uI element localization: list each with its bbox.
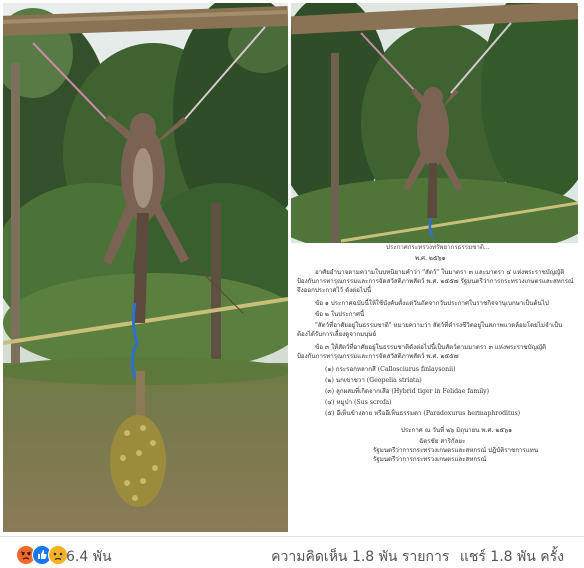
doc-line: ป้องกันการทารุณกรรมและการจัดสวัสดิภาพสัต… (297, 353, 459, 360)
doc-position: รัฐมนตรีว่าการกระทรวงเกษตรและสหกรณ์ ปฏิบ… (373, 447, 539, 454)
doc-line: อาศัยอำนาจตามความในบทนิยามคำว่า "สัตว์" … (315, 269, 565, 276)
doc-position: รัฐมนตรีว่าการกระทรวงเกษตรและสหกรณ์ (373, 456, 487, 463)
doc-line: ข้อ ๓ ให้สัตว์ที่อาศัยอยู่ในธรรมชาติดังต… (315, 344, 547, 351)
doc-date: ประกาศ ณ วันที่ ๒๖ มิถุนายน พ.ศ. ๒๕๖๑ (401, 427, 512, 434)
regulation-document[interactable]: ประกาศกระทรวงทรัพยากรธรรมชาติ... พ.ศ. ๒๕… (291, 244, 578, 532)
doc-signer: ฉัตรชัย สาริกัลยะ (419, 438, 466, 445)
comment-count[interactable]: ความคิดเห็น 1.8 พัน รายการ (271, 549, 449, 565)
civet-photo-left-illustration (3, 3, 288, 532)
doc-line: ป้องกันการทารุณกรรมและการจัดสวัสดิภาพสัต… (297, 278, 574, 285)
post-image[interactable]: ประกาศกระทรวงทรัพยากรธรรมชาติ... พ.ศ. ๒๕… (0, 0, 584, 536)
doc-line: จึงออกประกาศไว้ ดังต่อไปนี้ (297, 287, 372, 294)
doc-species: (๒) นกเขาชวา (Geopelia striata) (325, 377, 422, 384)
share-count[interactable]: แชร์ 1.8 พัน ครั้ง (460, 549, 564, 565)
doc-line: ข้อ ๑ ประกาศฉบับนี้ให้ใช้บังคับตั้งแต่วั… (315, 300, 549, 307)
doc-species: (๓) ลูกผสมที่เกิดจากเสือ (Hybrid tiger i… (325, 388, 490, 395)
photo-civet-left[interactable] (3, 3, 288, 532)
doc-line: "สัตว์ที่อาศัยอยู่ในธรรมชาติ" หมายความว่… (315, 322, 563, 329)
reaction-count[interactable]: 6.4 พัน (66, 546, 112, 568)
doc-line: ข้อ ๒ ในประกาศนี้ (315, 311, 365, 318)
post-engagement-bar: 6.4 พัน ความคิดเห็น 1.8 พัน รายการ แชร์ … (0, 536, 584, 568)
sad-icon (48, 545, 68, 565)
doc-year: พ.ศ. ๒๕๖๑ (415, 255, 446, 262)
doc-species: (๕) อีเห็นข้างลาย หรืออีเห็นธรรมดา (Para… (325, 410, 521, 417)
doc-species: (๔) หมูป่า (Sus scrofa) (325, 399, 392, 406)
doc-line: ต้องได้รับการเลี้ยงดูจากมนุษย์ (297, 331, 377, 338)
doc-header: ประกาศกระทรวงทรัพยากรธรรมชาติ... (386, 244, 490, 251)
civet-photo-right-illustration (291, 3, 578, 243)
comments-shares[interactable]: ความคิดเห็น 1.8 พัน รายการ แชร์ 1.8 พัน … (271, 546, 564, 568)
doc-species: (๑) กระรอกหลากสี (Callosciurus finlayson… (325, 366, 456, 373)
photo-civet-right[interactable] (291, 3, 578, 243)
